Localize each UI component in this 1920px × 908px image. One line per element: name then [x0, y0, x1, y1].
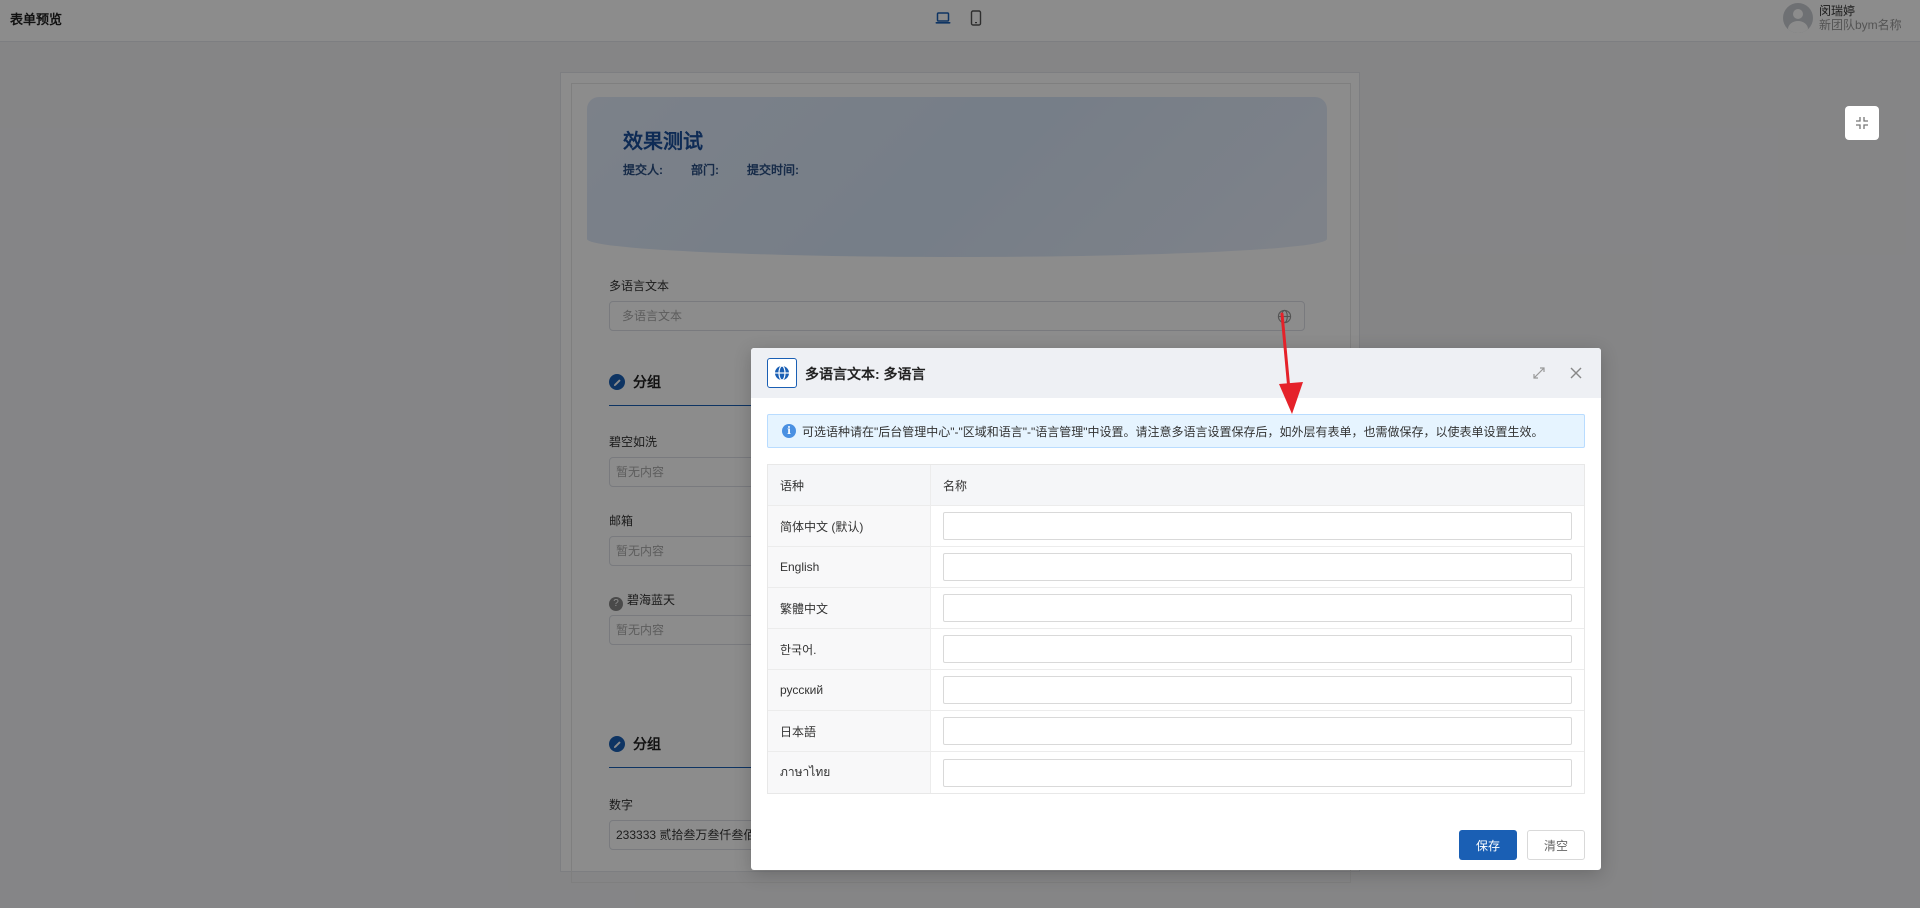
name-input-ru[interactable]: [943, 676, 1572, 704]
name-input-zh-tw[interactable]: [943, 594, 1572, 622]
expand-icon: [1533, 367, 1545, 379]
language-label: 한국어.: [768, 629, 931, 669]
close-icon: [1570, 367, 1582, 379]
language-label: 日本語: [768, 711, 931, 751]
fullscreen-button[interactable]: [1845, 106, 1879, 140]
language-label: ภาษาไทย: [768, 752, 931, 793]
language-label: русский: [768, 670, 931, 710]
dialog-title: 多语言文本: 多语言: [805, 366, 926, 382]
table-row: 한국어.: [768, 629, 1584, 670]
name-input-ja[interactable]: [943, 717, 1572, 745]
app-logo: [767, 358, 797, 388]
info-alert: i 可选语种请在"后台管理中心"-"区域和语言"-"语言管理"中设置。请注意多语…: [767, 414, 1585, 448]
language-table: 语种 名称 简体中文 (默认) English 繁體中文 한국어. русски…: [767, 464, 1585, 794]
maximize-button[interactable]: [1531, 365, 1547, 381]
table-header: 语种 名称: [768, 465, 1584, 506]
table-row: English: [768, 547, 1584, 588]
language-label: English: [768, 547, 931, 587]
close-button[interactable]: [1567, 364, 1585, 382]
table-row: 日本語: [768, 711, 1584, 752]
language-label: 繁體中文: [768, 588, 931, 628]
language-label: 简体中文 (默认): [768, 506, 931, 546]
collapse-icon: [1856, 117, 1868, 129]
annotation-arrow-icon: [1279, 312, 1303, 414]
multilang-dialog: 多语言文本: 多语言 i 可选语种请在"后台管理中心"-"区域和语言"-"语言管…: [751, 348, 1601, 870]
save-button[interactable]: 保存: [1459, 830, 1517, 860]
globe-icon: [775, 365, 789, 381]
column-header-name: 名称: [943, 478, 968, 493]
name-input-th[interactable]: [943, 758, 1572, 787]
table-row: 简体中文 (默认): [768, 506, 1584, 547]
table-row: русский: [768, 670, 1584, 711]
info-alert-text: 可选语种请在"后台管理中心"-"区域和语言"-"语言管理"中设置。请注意多语言设…: [802, 424, 1544, 439]
column-header-language: 语种: [768, 465, 931, 505]
dialog-header: 多语言文本: 多语言: [751, 348, 1601, 398]
name-input-zh-cn[interactable]: [943, 512, 1572, 540]
name-input-ko[interactable]: [943, 635, 1572, 663]
name-input-en[interactable]: [943, 553, 1572, 581]
info-icon: i: [782, 424, 796, 438]
table-row: 繁體中文: [768, 588, 1584, 629]
table-row: ภาษาไทย: [768, 752, 1584, 793]
clear-button[interactable]: 清空: [1527, 830, 1585, 860]
